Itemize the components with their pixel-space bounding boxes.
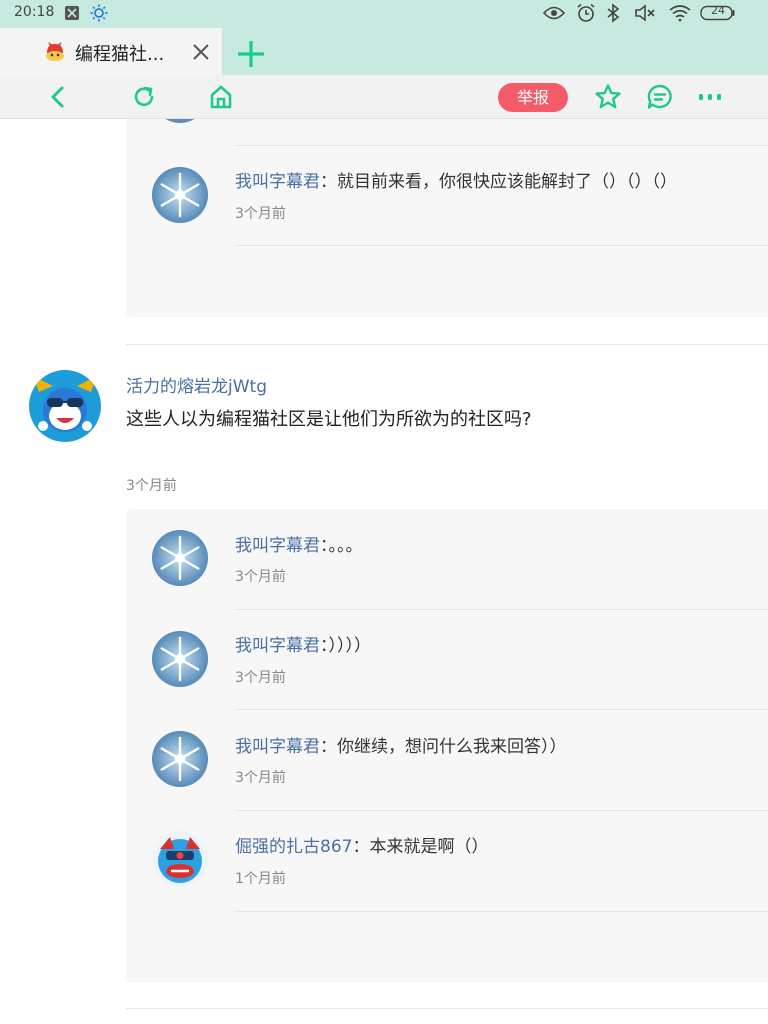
- browser-toolbar: 举报: [0, 75, 768, 119]
- reply-item: 我叫字幕君：。。。 3个月前: [126, 509, 768, 610]
- reply-text: 我叫字幕君：。。。: [235, 531, 363, 556]
- reply-separator: ：: [320, 172, 337, 192]
- reply-content: 你继续，想问什么我来回答））: [337, 737, 567, 757]
- reply-text: 我叫字幕君：就目前来看，你很快应该能解封了（）（）（）: [235, 167, 677, 192]
- tab-title: 编程猫社...: [75, 44, 165, 65]
- comment-time: 3个月前: [126, 478, 177, 494]
- alarm-icon: [576, 3, 596, 23]
- reply-time: 3个月前: [235, 670, 286, 686]
- new-tab-icon[interactable]: [235, 38, 267, 70]
- reply-text: 我叫字幕君：你继续，想问什么我来回答））: [235, 732, 567, 757]
- browser-tab[interactable]: 编程猫社...: [0, 28, 222, 75]
- divider: [126, 1008, 768, 1009]
- reply-author[interactable]: 倔强的扎古867: [235, 837, 352, 857]
- report-button[interactable]: 举报: [498, 83, 568, 112]
- reply-item: 我叫字幕君：就目前来看，你很快应该能解封了（）（）（） 3个月前: [126, 145, 768, 246]
- divider: [126, 344, 768, 345]
- reply-item: 我叫字幕君：你继续，想问什么我来回答）） 3个月前: [126, 710, 768, 811]
- comment-text: 这些人以为编程猫社区是让他们为所欲为的社区吗?: [126, 409, 532, 430]
- comment-author[interactable]: 活力的熔岩龙jWtg: [126, 372, 267, 397]
- reply-separator: ：: [320, 737, 337, 757]
- reply-time: 1个月前: [235, 871, 286, 887]
- reply-separator: ：: [352, 837, 370, 857]
- status-bar: 20:18 24: [0, 0, 768, 28]
- codemao-logo-icon: [44, 41, 66, 63]
- reply-author[interactable]: 我叫字幕君: [235, 737, 320, 757]
- status-time: 20:18: [14, 4, 55, 20]
- battery-level: 24: [711, 4, 725, 17]
- scissors-icon: [64, 3, 80, 23]
- reply-separator: ：: [320, 636, 329, 656]
- battery-icon: 24: [700, 3, 736, 23]
- reply-separator: ：: [320, 536, 329, 556]
- reply-time: 3个月前: [235, 206, 286, 222]
- wifi-icon: [669, 3, 691, 23]
- avatar[interactable]: [152, 831, 208, 887]
- comment-thread: 我叫字幕君：就目前来看，你很快应该能解封了（）（）（） 3个月前 活力的熔岩龙j…: [0, 119, 768, 1024]
- avatar[interactable]: [152, 731, 208, 787]
- mute-icon: [634, 3, 656, 23]
- home-icon[interactable]: [207, 83, 235, 111]
- reply-content: ））））: [328, 636, 372, 656]
- reply-item: 我叫字幕君：）））） 3个月前: [126, 610, 768, 710]
- reply-author[interactable]: 我叫字幕君: [235, 536, 320, 556]
- divider: [234, 911, 768, 912]
- reply-content: 本来就是啊（）: [369, 837, 489, 857]
- reply-box: 我叫字幕君：。。。 3个月前 我叫字幕君：）））） 3个月前 我叫字幕君：你继续…: [126, 509, 768, 982]
- avatar[interactable]: [29, 370, 101, 442]
- avatar[interactable]: [152, 631, 208, 687]
- close-tab-icon[interactable]: [190, 41, 212, 63]
- star-icon[interactable]: [594, 83, 622, 111]
- comment-icon[interactable]: [646, 83, 674, 111]
- reply-author[interactable]: 我叫字幕君: [235, 636, 320, 656]
- reply-author[interactable]: 我叫字幕君: [235, 172, 320, 192]
- reply-content: 就目前来看，你很快应该能解封了（）（）（）: [337, 172, 677, 192]
- reply-content: 。。。: [328, 536, 363, 556]
- reply-box: 我叫字幕君：就目前来看，你很快应该能解封了（）（）（） 3个月前: [126, 119, 768, 317]
- bluetooth-icon: [606, 3, 620, 23]
- refresh-icon[interactable]: [130, 83, 158, 111]
- avatar[interactable]: [152, 530, 208, 586]
- reply-text: 倔强的扎古867：本来就是啊（）: [235, 832, 488, 857]
- eye-icon: [543, 3, 565, 23]
- reply-time: 3个月前: [235, 770, 286, 786]
- back-icon[interactable]: [44, 83, 72, 111]
- avatar: [152, 119, 208, 123]
- reply-item: 倔强的扎古867：本来就是啊（） 1个月前: [126, 811, 768, 912]
- divider: [234, 145, 768, 146]
- more-icon[interactable]: [697, 83, 725, 111]
- divider: [234, 245, 768, 246]
- avatar[interactable]: [152, 167, 208, 223]
- reply-text: 我叫字幕君：））））: [235, 631, 371, 656]
- tab-strip: 编程猫社...: [0, 28, 768, 75]
- sun-icon: [90, 3, 108, 23]
- reply-time: 3个月前: [235, 569, 286, 585]
